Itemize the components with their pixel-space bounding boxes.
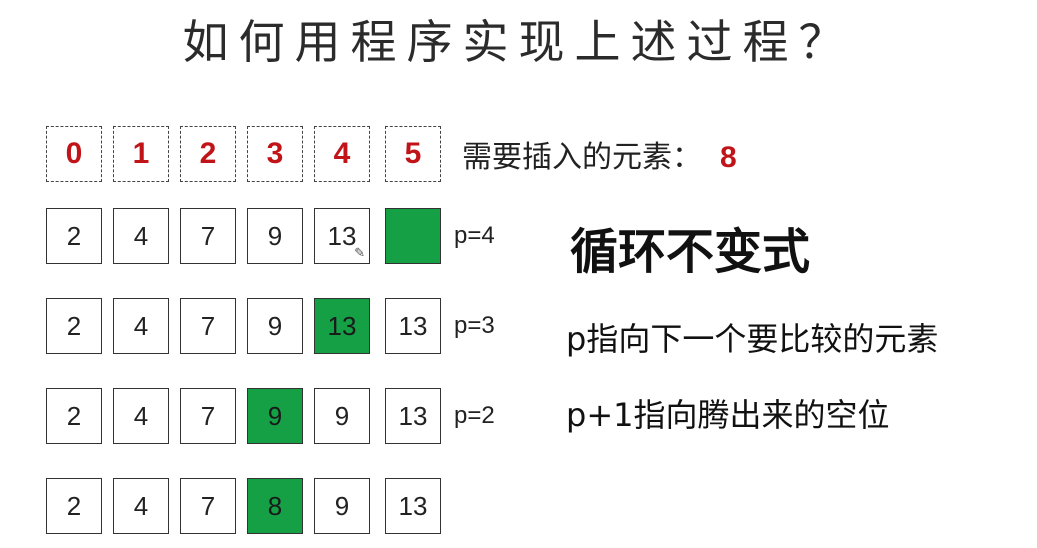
index-cell: 5 bbox=[385, 126, 441, 182]
insert-label: 需要插入的元素： bbox=[462, 140, 702, 175]
index-cell: 2 bbox=[180, 126, 236, 182]
insert-value: 8 bbox=[720, 141, 737, 174]
highlighted-cell: 9 bbox=[247, 388, 303, 444]
array-cell: 4 bbox=[113, 298, 169, 354]
invariant-note: p+1指向腾出来的空位 bbox=[566, 396, 890, 434]
pencil-icon: ✎ bbox=[354, 245, 365, 260]
array-cell: 7 bbox=[180, 298, 236, 354]
array-cell: 13 bbox=[385, 478, 441, 534]
highlighted-cell bbox=[385, 208, 441, 264]
p-label: p=2 bbox=[454, 402, 495, 429]
array-cell: 7 bbox=[180, 388, 236, 444]
insert-element-line: 需要插入的元素： 8 bbox=[462, 132, 737, 176]
array-cell: 2 bbox=[46, 298, 102, 354]
array-cell: 9 bbox=[247, 298, 303, 354]
index-cell: 4 bbox=[314, 126, 370, 182]
array-cell: 9 bbox=[314, 388, 370, 444]
array-cell: 9 bbox=[247, 208, 303, 264]
array-cell-with-pencil: 13 ✎ bbox=[314, 208, 370, 264]
page-title: 如何用程序实现上述过程？ bbox=[182, 15, 855, 69]
array-cell: 2 bbox=[46, 208, 102, 264]
array-cell: 4 bbox=[113, 388, 169, 444]
array-cell: 4 bbox=[113, 478, 169, 534]
array-cell-text: 13 bbox=[327, 220, 357, 251]
array-cell: 2 bbox=[46, 388, 102, 444]
array-cell: 13 bbox=[385, 388, 441, 444]
index-cell: 1 bbox=[113, 126, 169, 182]
p-label: p=4 bbox=[454, 222, 495, 249]
index-cell: 3 bbox=[247, 126, 303, 182]
array-cell: 7 bbox=[180, 478, 236, 534]
highlighted-cell: 8 bbox=[247, 478, 303, 534]
index-cell: 0 bbox=[46, 126, 102, 182]
p-label: p=3 bbox=[454, 312, 495, 339]
array-cell: 4 bbox=[113, 208, 169, 264]
array-cell: 13 bbox=[385, 298, 441, 354]
array-cell: 2 bbox=[46, 478, 102, 534]
array-cell: 9 bbox=[314, 478, 370, 534]
array-cell: 7 bbox=[180, 208, 236, 264]
highlighted-cell: 13 bbox=[314, 298, 370, 354]
invariant-note: p指向下一个要比较的元素 bbox=[566, 320, 939, 358]
loop-invariant-heading: 循环不变式 bbox=[570, 224, 811, 280]
